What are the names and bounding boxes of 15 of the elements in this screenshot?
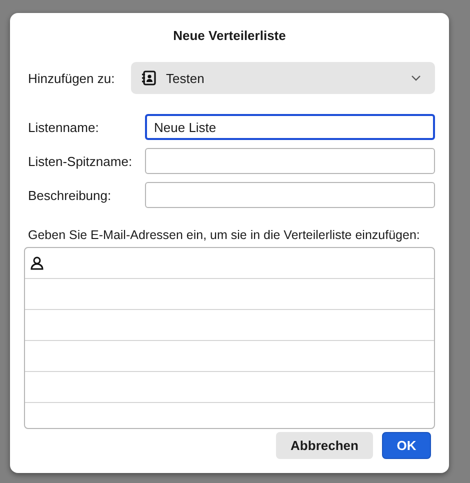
field-label: Hinzufügen zu: <box>27 70 116 86</box>
field-label: Listenname: <box>27 120 100 134</box>
address-book-dropdown[interactable]: Testen <box>131 62 435 94</box>
text-field[interactable]: Neue Liste <box>145 114 435 140</box>
cancel-button[interactable]: Abbrechen <box>276 432 373 459</box>
field-label: Listen-Spitzname: <box>27 154 134 168</box>
ok-button[interactable]: OK <box>382 432 431 459</box>
field-label: Beschreibung: <box>27 188 112 202</box>
text-field[interactable] <box>145 148 435 174</box>
dialog-title: Neue Verteilerliste <box>172 28 287 44</box>
chevron-down-icon <box>411 75 421 81</box>
text-field[interactable] <box>145 182 435 208</box>
person-icon <box>30 256 44 270</box>
address-book-icon <box>141 70 157 86</box>
instruction-text: Geben Sie E-Mail-Adressen ein, um sie in die Verteilerliste einzufügen: <box>27 228 421 242</box>
